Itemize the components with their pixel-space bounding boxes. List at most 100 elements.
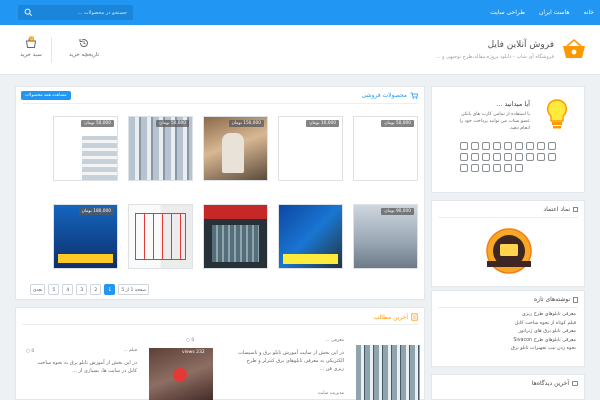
cart-count-badge: 0 — [29, 36, 34, 41]
nav-home[interactable]: خانه — [584, 9, 594, 16]
page-status: صفحه 1 از 5 — [118, 284, 150, 295]
product-image-person — [222, 133, 244, 173]
view-all-products-button[interactable]: مشاهده همه محصولات — [21, 91, 71, 100]
play-icon[interactable] — [173, 368, 187, 382]
comment-icon: ○ — [26, 349, 30, 354]
price-tag: 50,000 تومان — [381, 120, 414, 127]
product-image-panel — [212, 225, 259, 262]
bank-logo-icon — [493, 153, 501, 161]
price-tag: 90,000 تومان — [381, 208, 414, 215]
site-subtitle: فروشگاه آی شاپ - دانلود پروژه،مقاله،طرح … — [435, 54, 554, 60]
did-you-know-widget: آیا میدانید ... با استفاده از تمامی کارت… — [431, 86, 585, 193]
recent-posts-title: نوشته‌های تازه — [534, 296, 570, 303]
bank-logo-icon — [471, 142, 479, 150]
products-header: محصولات فروشی — [362, 92, 418, 99]
square-icon — [573, 207, 578, 212]
article-title[interactable]: معرفی ... — [325, 338, 344, 343]
product-card[interactable]: 50,000 تومان — [53, 116, 118, 181]
product-card[interactable] — [278, 204, 343, 269]
page-next[interactable]: بعدی — [30, 284, 46, 295]
bank-logo-icon — [504, 142, 512, 150]
products-section: محصولات فروشی مشاهده همه محصولات 50,000 … — [15, 86, 425, 300]
price-tag: 10,000 تومان — [306, 120, 339, 127]
recent-posts-header: نوشته‌های تازه — [534, 296, 578, 303]
history-label: تاریخچه خرید — [68, 52, 100, 58]
comment-icon — [572, 381, 578, 386]
trust-title: نماد اعتماد — [543, 206, 570, 213]
bank-logo-icon — [526, 153, 534, 161]
trust-header: نماد اعتماد — [543, 206, 578, 213]
divider — [22, 324, 418, 325]
list-item[interactable]: معرفی تابلو برق های ژنراتور — [511, 328, 576, 337]
product-card[interactable]: 90,000 تومان — [353, 204, 418, 269]
bank-logo-icon — [515, 164, 523, 172]
bank-logo-icon — [460, 153, 468, 161]
product-card[interactable] — [128, 204, 193, 269]
top-nav: خانه هاست ایران طراحی سایت — [490, 0, 594, 25]
search-icon[interactable] — [24, 8, 33, 17]
site-header: فروش آنلاین فایل فروشگاه آی شاپ - دانلود… — [0, 25, 600, 75]
article-excerpt: در این بخش از سایت آموزش تابلو برق و تاس… — [238, 350, 344, 372]
product-card[interactable]: 180,000 تومان — [53, 204, 118, 269]
page-5[interactable]: 5 — [48, 284, 60, 295]
document-icon — [411, 313, 418, 321]
trust-seal-widget: نماد اعتماد — [431, 200, 585, 287]
page-4[interactable]: 4 — [62, 284, 74, 295]
product-image-caption — [58, 254, 113, 263]
lightbulb-icon — [547, 99, 567, 129]
article-author: مدیریت سایت — [317, 391, 344, 396]
recent-comments-title: آخرین دیدگاه‌ها — [531, 380, 569, 387]
list-item[interactable]: معرفی تابلوهای طرح Sivacon — [511, 337, 576, 346]
recent-comments-widget: آخرین دیدگاه‌ها — [431, 374, 585, 400]
page-1[interactable]: 1 — [104, 284, 116, 295]
article-thumbnail[interactable] — [356, 345, 420, 400]
bank-logo-icon — [460, 142, 468, 150]
basket-logo-icon[interactable] — [562, 38, 586, 60]
recent-comments-header: آخرین دیدگاه‌ها — [532, 380, 578, 387]
history-button[interactable]: تاریخچه خرید — [64, 37, 104, 58]
divider — [438, 217, 578, 218]
article-image — [356, 345, 420, 400]
product-card[interactable]: 10,000 تومان — [278, 116, 343, 181]
price-tag: 50,000 تومان — [156, 120, 189, 127]
bank-logo-icon — [526, 142, 534, 150]
document-icon — [573, 296, 578, 303]
bank-logo-icon — [515, 142, 523, 150]
search-box — [18, 5, 133, 20]
product-image-diagram — [135, 213, 186, 260]
product-card[interactable] — [203, 204, 268, 269]
comment-count: 0 — [31, 349, 35, 354]
product-image-caption — [283, 254, 338, 264]
list-item[interactable]: معرفی تابلوهای طرح ریزی — [511, 311, 576, 320]
page-2[interactable]: 2 — [90, 284, 102, 295]
article-comments: 0 ○ — [26, 349, 34, 354]
article-thumbnail[interactable] — [149, 348, 213, 400]
search-input[interactable] — [32, 9, 127, 16]
product-card[interactable]: 50,000 تومان — [353, 116, 418, 181]
bank-logo-icon — [537, 142, 545, 150]
bank-logo-icon — [471, 164, 479, 172]
page-3[interactable]: 3 — [76, 284, 88, 295]
latest-articles-section: آخرین مطالب معرفی ... 0 ○ در این بخش از … — [15, 307, 425, 400]
list-item[interactable]: نحوه زدن تیپ تجهیزات تابلو برق — [511, 345, 576, 354]
nav-host[interactable]: هاست ایران — [539, 9, 570, 16]
site-title[interactable]: فروش آنلاین فایل — [488, 40, 554, 50]
list-item[interactable]: فیلم کوتاه از نحوه ساخت کابل — [511, 320, 576, 329]
bank-logo-icon — [482, 164, 490, 172]
product-card[interactable]: 150,000 تومان — [203, 116, 268, 181]
product-card[interactable]: 50,000 تومان — [128, 116, 193, 181]
article-title[interactable]: فیلم ... — [123, 348, 137, 353]
price-tag: 50,000 تومان — [81, 120, 114, 127]
products-title: محصولات فروشی — [361, 92, 407, 99]
did-you-know-title: آیا میدانید ... — [496, 100, 530, 108]
bank-logo-icon — [548, 153, 556, 161]
article-excerpt: در این بخش از آموزش تابلو برق به نحوه سا… — [37, 360, 137, 374]
trust-badge-icon[interactable] — [477, 227, 541, 277]
cart-label: سبد خرید — [20, 52, 42, 58]
price-tag: 180,000 تومان — [78, 208, 114, 215]
nav-design[interactable]: طراحی سایت — [490, 9, 525, 16]
bank-logo-icon — [504, 153, 512, 161]
recent-posts-list: معرفی تابلوهای طرح ریزی فیلم کوتاه از نح… — [511, 311, 576, 354]
cart-small-icon — [410, 92, 418, 99]
bank-logo-icon — [471, 153, 479, 161]
